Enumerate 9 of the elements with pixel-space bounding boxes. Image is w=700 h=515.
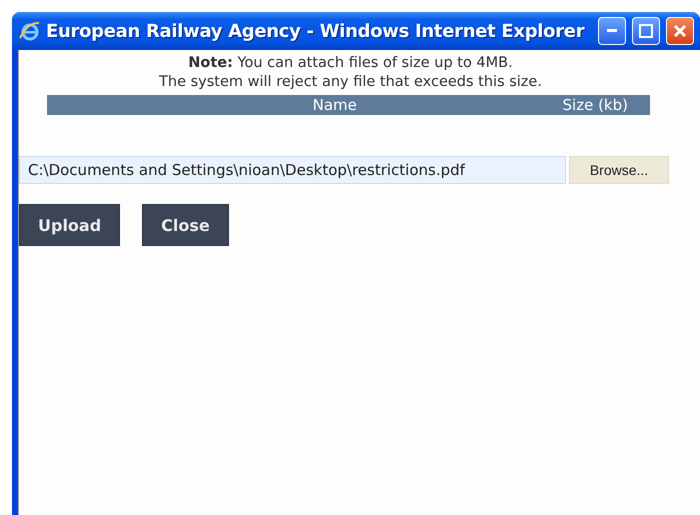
- file-path-field[interactable]: C:\Documents and Settings\nioan\Desktop\restrictions.pdf: [19, 156, 566, 184]
- column-header: Size (kb): [562, 96, 629, 114]
- upload-button[interactable]: Upload: [19, 204, 120, 246]
- column-header: Name: [312, 96, 358, 114]
- note-text: The system will reject any file that exceeds this size.: [158, 73, 543, 92]
- note-text: Note: You can attach files of size up to 4MB.: [187, 54, 514, 73]
- window-title: European Railway Agency - Windows Internet Explorer: [46, 20, 586, 42]
- close-dialog-button[interactable]: Close: [142, 204, 229, 246]
- browse-button[interactable]: Browse...: [569, 156, 669, 184]
